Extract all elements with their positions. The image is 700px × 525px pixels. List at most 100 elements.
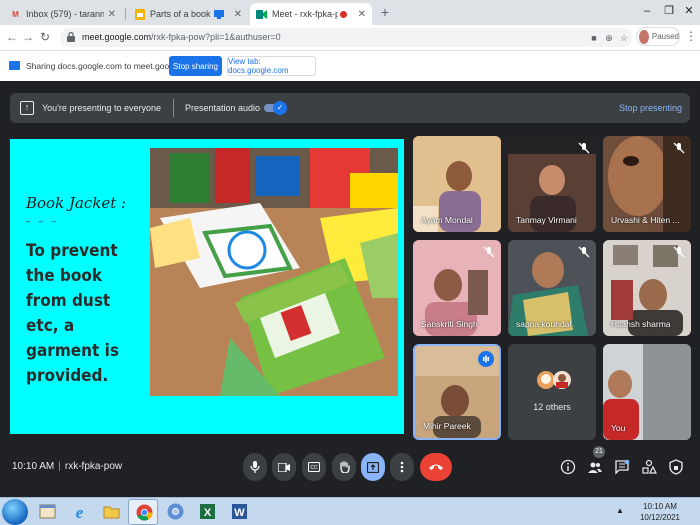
microphone-icon [250,461,260,473]
present-screen-icon [367,461,379,473]
sharing-infobar: Sharing docs.google.com to meet.google.c… [0,50,700,81]
participant-tile[interactable]: Hitansh sharma [603,240,691,336]
stop-sharing-button[interactable]: Stop sharing [169,56,222,76]
tab-title: Meet - rxk-fpka-pow [272,9,338,19]
muted-mic-icon [578,246,590,258]
raise-hand-button[interactable] [332,453,356,481]
internet-explorer-icon: e [76,503,84,520]
taskbar-item-internet-explorer[interactable]: e [64,499,94,525]
meet-window: ↑ You're presenting to everyone Presenta… [0,81,700,497]
folder-icon [103,506,120,519]
presentation-audio-label: Presentation audio [185,103,261,113]
browser-toolbar: ← → ↻ meet.google.com/rxk-fpka-pow?pli=1… [0,25,700,50]
taskbar-item-chrome-profile[interactable] [160,499,190,525]
participant-tile[interactable]: Urvashi & Hiten ... [603,136,691,232]
excel-icon: X [200,504,215,519]
taskbar-item-word[interactable]: W [224,499,254,525]
lock-icon [67,32,75,42]
check-icon: ✓ [273,101,287,115]
presenting-message: You're presenting to everyone [42,103,161,113]
participant-name: Sanskriti Singh [421,319,478,329]
forward-arrow-icon[interactable]: → [20,29,36,45]
slide-rule: – – – [26,217,59,226]
participant-name: Tanmay Virmani [516,215,577,225]
camera-icon[interactable]: ■ [588,32,600,44]
profile-status: Paused [651,32,679,41]
participant-tile[interactable]: Ayam Mondal [413,136,501,232]
bookmark-star-icon[interactable]: ☆ [618,32,630,44]
system-clock[interactable]: 10:10 AM 10/12/2021 [630,501,690,523]
muted-mic-icon [483,246,495,258]
participant-tile-speaking[interactable]: Mihir Pareek [413,344,501,440]
close-icon[interactable]: ✕ [234,9,242,20]
maximize-button[interactable]: ❐ [658,0,680,25]
address-bar[interactable]: meet.google.com/rxk-fpka-pow?pli=1&authu… [60,28,632,47]
presenting-banner: ↑ You're presenting to everyone Presenta… [10,93,690,123]
start-button[interactable] [2,499,28,525]
camera-button[interactable] [272,453,296,481]
tab-gmail[interactable]: M Inbox (579) - tarannum@theind ✕ [4,3,122,25]
zoom-icon[interactable]: ⊕ [603,32,615,44]
participant-name: Mihir Pareek [423,421,471,431]
banner-divider [173,99,174,117]
url-host: meet.google.com [82,32,152,42]
hand-icon [339,461,350,473]
taskbar-item-file-explorer[interactable] [96,499,126,525]
participant-name: sapna koundal [516,319,572,329]
participant-name: Urvashi & Hiten ... [611,215,680,225]
participants-icon[interactable] [587,459,603,475]
google-slides-icon [134,8,145,20]
book-photo [150,148,398,396]
participant-name: You [611,423,626,433]
captions-button[interactable]: CC [302,453,326,481]
more-vert-icon [400,461,404,473]
video-camera-icon [278,462,290,472]
chrome-menu-icon[interactable]: ⋮ [685,29,697,43]
microphone-button[interactable] [243,453,267,481]
tab-google-slides[interactable]: Parts of a book - Google Slid ✕ [128,3,248,25]
google-meet-icon [256,9,267,20]
presentation-audio-toggle[interactable]: ✓ [264,101,287,115]
minimize-button[interactable]: – [636,0,658,25]
chat-icon[interactable] [614,459,630,475]
slide-heading: Book Jacket : [26,194,127,212]
meeting-details: 10:10 AM | rxk-fpka-pow [12,461,122,472]
new-tab-button[interactable]: + [377,4,393,20]
svg-text:e: e [76,503,84,520]
end-call-icon [429,464,443,470]
self-tile[interactable]: You [603,344,691,440]
participant-count-badge: 21 [593,446,605,458]
tab-google-meet[interactable]: Meet - rxk-fpka-pow ✕ [250,3,372,25]
profile-button[interactable]: Paused [636,27,680,46]
participant-tile[interactable]: Sanskriti Singh [413,240,501,336]
others-tile[interactable]: 12 others [508,344,596,440]
taskbar-item-chrome[interactable] [128,499,158,525]
reload-icon[interactable]: ↻ [37,29,53,45]
stop-presenting-button[interactable]: Stop presenting [619,103,682,113]
present-now-button[interactable] [361,453,385,481]
meeting-info-icon[interactable] [560,459,576,475]
tray-overflow-icon[interactable]: ▲ [616,506,624,515]
back-arrow-icon[interactable]: ← [4,29,20,45]
view-tab-button[interactable]: View tab: docs.google.com [227,56,316,76]
speaking-indicator-icon [478,351,494,367]
taskbar-item-explorer-window[interactable] [32,499,62,525]
participant-tile[interactable]: Tanmay Virmani [508,136,596,232]
word-icon: W [232,504,247,519]
close-window-button[interactable]: ✕ [678,0,700,25]
leave-call-button[interactable] [420,453,452,481]
avatar [639,29,649,44]
host-controls-icon[interactable] [668,459,684,475]
close-icon[interactable]: ✕ [108,9,116,20]
close-icon[interactable]: ✕ [358,9,366,20]
meeting-code: rxk-fpka-pow [64,461,123,472]
muted-mic-icon [673,246,685,258]
taskbar-item-excel[interactable]: X [192,499,222,525]
clock-date: 10/12/2021 [639,513,681,522]
participant-name: Ayam Mondal [421,215,473,225]
participant-tile[interactable]: sapna koundal [508,240,596,336]
more-options-button[interactable] [390,453,414,481]
activities-icon[interactable] [641,459,657,475]
muted-mic-icon [673,142,685,154]
window-icon [39,504,56,519]
